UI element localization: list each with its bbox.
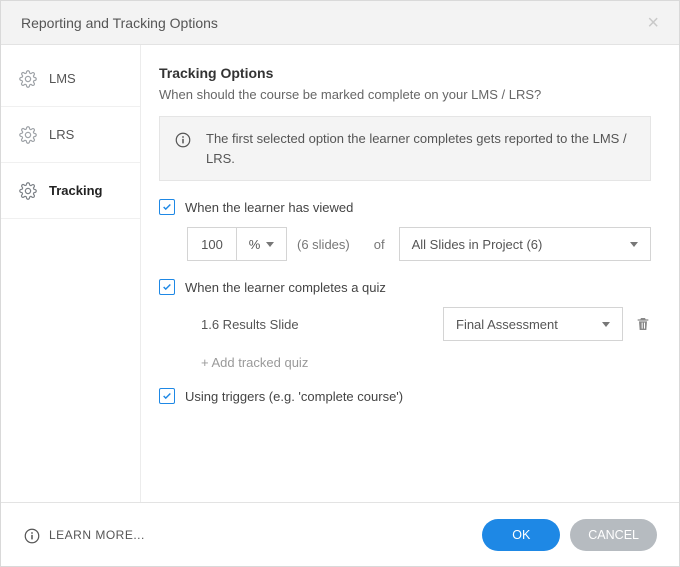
option-triggers: Using triggers (e.g. 'complete course')	[159, 388, 651, 404]
add-tracked-quiz[interactable]: + Add tracked quiz	[187, 355, 651, 370]
chevron-down-icon	[602, 322, 610, 327]
option-triggers-label: Using triggers (e.g. 'complete course')	[185, 389, 403, 404]
info-text: The first selected option the learner co…	[206, 129, 636, 168]
viewed-scope-label: All Slides in Project (6)	[412, 237, 543, 252]
info-icon	[23, 527, 41, 545]
sidebar-item-lms[interactable]: LMS	[1, 51, 140, 107]
of-label: of	[374, 237, 385, 252]
info-icon	[174, 131, 192, 149]
viewed-unit-select[interactable]: %	[237, 227, 287, 261]
quiz-controls: 1.6 Results Slide Final Assessment + Add…	[159, 307, 651, 370]
option-viewed: When the learner has viewed	[159, 199, 651, 215]
learn-more-label: LEARN MORE...	[49, 528, 145, 542]
gear-icon	[19, 70, 37, 88]
check-icon	[162, 282, 172, 292]
info-box: The first selected option the learner co…	[159, 116, 651, 181]
quiz-select-label: Final Assessment	[456, 317, 558, 332]
quiz-select[interactable]: Final Assessment	[443, 307, 623, 341]
viewed-count-hint: (6 slides)	[297, 237, 350, 252]
section-subtitle: When should the course be marked complet…	[159, 87, 651, 102]
checkbox-viewed[interactable]	[159, 199, 175, 215]
chevron-down-icon	[630, 242, 638, 247]
sidebar-item-label: Tracking	[49, 183, 102, 198]
sidebar: LMS LRS Tracking	[1, 45, 141, 502]
check-icon	[162, 391, 172, 401]
trash-icon[interactable]	[635, 316, 651, 332]
sidebar-item-lrs[interactable]: LRS	[1, 107, 140, 163]
titlebar: Reporting and Tracking Options ×	[1, 1, 679, 45]
chevron-down-icon	[266, 242, 274, 247]
sidebar-item-label: LRS	[49, 127, 74, 142]
checkbox-quiz[interactable]	[159, 279, 175, 295]
gear-icon	[19, 126, 37, 144]
option-quiz: When the learner completes a quiz	[159, 279, 651, 295]
learn-more-link[interactable]: LEARN MORE...	[23, 525, 145, 545]
viewed-controls: % (6 slides) of All Slides in Project (6…	[159, 227, 651, 261]
ok-button[interactable]: OK	[482, 519, 560, 551]
main-panel: Tracking Options When should the course …	[141, 45, 679, 502]
dialog: Reporting and Tracking Options × LMS LRS…	[0, 0, 680, 567]
gear-icon	[19, 182, 37, 200]
option-viewed-label: When the learner has viewed	[185, 200, 353, 215]
viewed-scope-select[interactable]: All Slides in Project (6)	[399, 227, 651, 261]
checkbox-triggers[interactable]	[159, 388, 175, 404]
sidebar-item-label: LMS	[49, 71, 76, 86]
check-icon	[162, 202, 172, 212]
footer: LEARN MORE... OK CANCEL	[1, 502, 679, 566]
dialog-body: LMS LRS Tracking Tracking Options When s…	[1, 45, 679, 502]
option-quiz-label: When the learner completes a quiz	[185, 280, 386, 295]
viewed-unit-label: %	[249, 237, 261, 252]
dialog-title: Reporting and Tracking Options	[21, 15, 643, 31]
sidebar-item-tracking[interactable]: Tracking	[1, 163, 140, 219]
viewed-amount-input[interactable]	[187, 227, 237, 261]
quiz-item-label: 1.6 Results Slide	[201, 317, 299, 332]
cancel-button[interactable]: CANCEL	[570, 519, 657, 551]
section-title: Tracking Options	[159, 65, 651, 81]
close-icon[interactable]: ×	[643, 9, 663, 37]
